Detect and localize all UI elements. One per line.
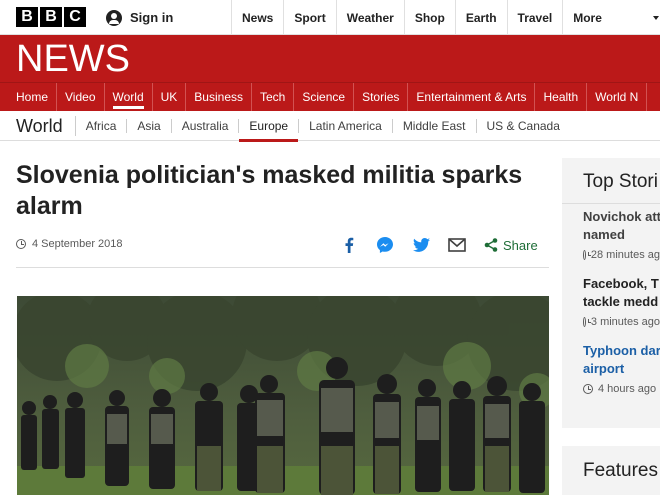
section-nav-business[interactable]: Business — [186, 83, 252, 111]
top-stories-heading: Top Stori — [562, 158, 660, 204]
section-nav-video[interactable]: Video — [57, 83, 105, 111]
story-title-line: Facebook, T — [583, 276, 659, 291]
clock-icon — [583, 384, 593, 394]
story-time: 3 minutes ago — [583, 316, 660, 328]
section-nav-health[interactable]: Health — [535, 83, 588, 111]
article-date: 4 September 2018 — [16, 238, 123, 250]
subnav-europe[interactable]: Europe — [239, 118, 300, 142]
subnav-middle-east[interactable]: Middle East — [393, 118, 477, 133]
story-time: 4 hours ago — [583, 383, 660, 395]
subnav-latin-america[interactable]: Latin America — [299, 118, 393, 133]
user-icon — [106, 9, 122, 26]
global-nav-news[interactable]: News — [232, 0, 285, 35]
section-nav-world[interactable]: World — [105, 83, 153, 111]
story-title-line: named — [583, 227, 625, 242]
section-nav-stories[interactable]: Stories — [354, 83, 409, 111]
story-title-line: Novichok att — [583, 209, 660, 224]
story-time-text: 3 minutes ago — [590, 316, 660, 328]
article-headline: Slovenia politician's masked militia spa… — [16, 161, 523, 220]
top-story-title[interactable]: Typhoon dar airport — [583, 342, 660, 378]
share-icon — [484, 238, 498, 252]
global-nav-shop[interactable]: Shop — [405, 0, 456, 35]
messenger-icon[interactable] — [376, 236, 394, 254]
story-time: 28 minutes ag — [583, 249, 660, 261]
global-nav-sport[interactable]: Sport — [284, 0, 337, 35]
global-nav-weather[interactable]: Weather — [337, 0, 405, 35]
section-nav-uk[interactable]: UK — [153, 83, 187, 111]
logo-letter: C — [64, 7, 86, 27]
section-nav-world-news[interactable]: World N — [587, 83, 648, 111]
article-meta: 4 September 2018 Share — [16, 232, 549, 268]
news-banner: NEWS — [0, 35, 660, 82]
story-title-line: Typhoon dar — [583, 343, 660, 358]
twitter-icon[interactable] — [412, 236, 430, 254]
global-nav-travel[interactable]: Travel — [508, 0, 564, 35]
features-panel: Features — [562, 446, 660, 495]
section-nav-tech[interactable]: Tech — [252, 83, 295, 111]
news-title-logo[interactable]: NEWS — [16, 39, 130, 79]
global-nav-earth[interactable]: Earth — [456, 0, 508, 35]
top-story-item[interactable]: Novichok att named 28 minutes ag — [562, 208, 660, 261]
story-time-text: 4 hours ago — [598, 383, 657, 395]
logo-letter: B — [16, 7, 38, 27]
global-header: B B C Sign in News Sport Weather Shop Ea… — [0, 0, 660, 35]
section-nav-entertainment[interactable]: Entertainment & Arts — [408, 83, 536, 111]
subnav-africa[interactable]: Africa — [76, 118, 128, 133]
article-hero-image — [17, 296, 549, 495]
subnav-us-canada[interactable]: US & Canada — [477, 119, 570, 133]
clock-icon — [583, 250, 591, 260]
story-title-line: airport — [583, 361, 625, 376]
section-nav-home[interactable]: Home — [0, 83, 58, 111]
top-story-title[interactable]: Novichok att named — [583, 208, 660, 244]
section-label[interactable]: World — [0, 115, 76, 136]
facebook-icon[interactable] — [340, 236, 358, 254]
clock-icon — [16, 239, 26, 249]
top-story-title[interactable]: Facebook, T tackle medd — [583, 275, 660, 311]
more-label: More — [573, 10, 602, 25]
subnav-asia[interactable]: Asia — [127, 118, 172, 133]
more-menu-button[interactable]: More — [563, 0, 660, 35]
chevron-down-icon — [653, 15, 660, 20]
date-text: 4 September 2018 — [32, 238, 123, 250]
subnav-australia[interactable]: Australia — [172, 118, 240, 133]
story-title-line: tackle medd — [583, 294, 659, 309]
top-story-item[interactable]: Typhoon dar airport 4 hours ago — [562, 342, 660, 395]
share-label: Share — [503, 237, 538, 253]
clock-icon — [583, 317, 591, 327]
bbc-logo[interactable]: B B C — [16, 7, 86, 27]
sign-in-button[interactable]: Sign in — [94, 0, 232, 35]
features-heading: Features — [583, 460, 658, 481]
section-nav: Home Video World UK Business Tech Scienc… — [0, 82, 660, 111]
section-nav-science[interactable]: Science — [294, 83, 355, 111]
story-time-text: 28 minutes ag — [590, 249, 660, 261]
logo-letter: B — [40, 7, 62, 27]
top-story-item[interactable]: Facebook, T tackle medd 3 minutes ago — [562, 275, 660, 328]
share-button[interactable]: Share — [484, 238, 538, 253]
global-nav: News Sport Weather Shop Earth Travel Mor… — [232, 0, 660, 35]
share-bar: Share — [340, 236, 538, 254]
world-subnav: World Africa Asia Australia Europe Latin… — [0, 111, 660, 142]
sign-in-label: Sign in — [130, 10, 174, 25]
email-icon[interactable] — [448, 236, 466, 254]
top-stories-panel: Top Stori Novichok att named 28 minutes … — [562, 158, 660, 428]
